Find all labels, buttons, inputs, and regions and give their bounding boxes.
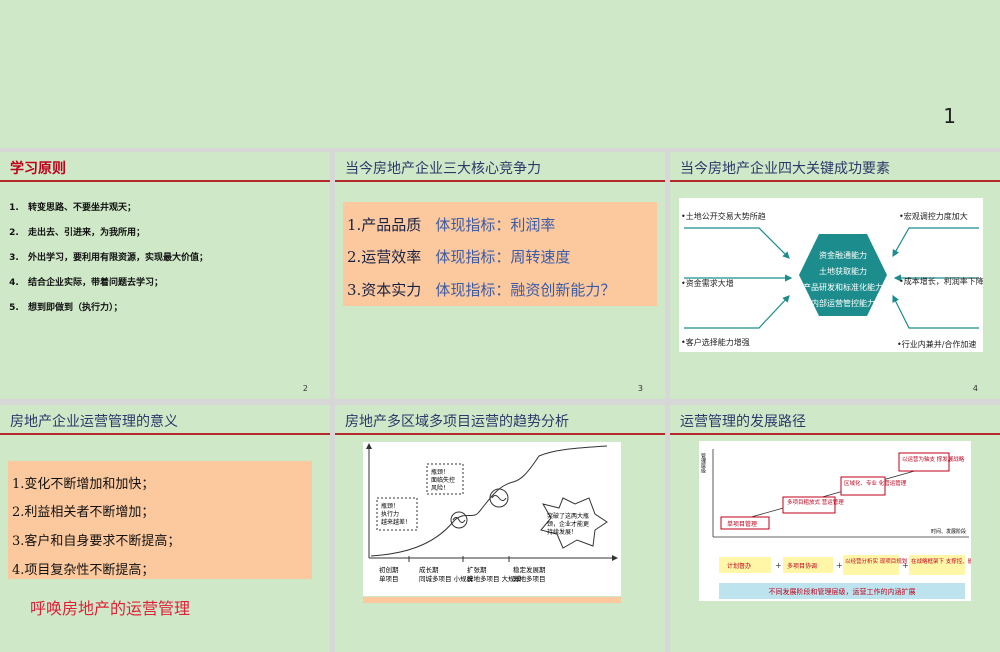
previous-slide-footer: 1 [0, 0, 1000, 148]
slide-thumbnail-4[interactable]: 当今房地产企业四大关键成功要素 •土地公开交易大势所趋 •资金需求大增 •客户选… [670, 152, 1000, 399]
bubble-text: 突破了这两大瓶 [547, 512, 589, 520]
competency-box: 1.产品品质 体现指标：利润率 2.运营效率 体现指标：周转速度 3.资本实力 体现指… [343, 202, 657, 306]
core-label: 产品研发和标准化能力 [803, 282, 883, 292]
phase-desc: 异地多项目 [513, 574, 546, 583]
competency-row: 2.运营效率 体现指标：周转速度 [347, 246, 570, 267]
svg-text:+: + [836, 561, 843, 570]
slide-number: 2 [302, 384, 308, 393]
path-step: 区域化、专业 化营运管理 [844, 479, 907, 487]
list-item: 转变思路、不要坐井观天； [22, 200, 208, 213]
competency-label: 3.资本实力 [347, 281, 422, 299]
slide-thumbnail-2[interactable]: 学习原则 转变思路、不要坐井观天； 走出去、引进来，为我所用； 外出学习，要利用… [0, 152, 330, 399]
slide-number: 3 [637, 384, 643, 393]
bubble-text: 瓶颈！ [431, 468, 449, 476]
development-path-diagram: 管理层级 时间、发展阶段 单项目管理 多项目粗放式 营运管理 区域化、专业 化营… [699, 441, 979, 601]
competency-indicator: 体现指标：融资创新能力？ [435, 281, 616, 299]
flow-step: 计划督办 [727, 562, 751, 570]
competency-indicator: 体现指标：周转速度 [435, 248, 571, 266]
phase-name: 扩张期 [467, 565, 487, 574]
factor-label: •土地公开交易大势所趋 [681, 211, 766, 221]
factor-label: •成本增长，利润率下降 [899, 276, 983, 286]
bubble-text: 面临失控 [431, 476, 455, 484]
list-item: 想到即做到（执行力）； [22, 300, 208, 313]
factor-label: •行业内兼并/合作加速 [897, 339, 976, 349]
list-item: 走出去、引进来，为我所用； [22, 225, 208, 238]
competency-label: 2.运营效率 [347, 248, 422, 266]
slide-thumbnail-6[interactable]: 房地产多区域多项目运营的趋势分析 瓶颈！ 面临失控 风险！ 瓶颈！ 执行力 越来… [335, 405, 665, 652]
title-divider [335, 180, 665, 182]
axis-label-x: 时间、发展阶段 [931, 528, 966, 535]
competency-indicator: 体现指标：利润率 [435, 216, 556, 234]
bubble-text: 颈，企业才能更 [547, 520, 589, 528]
conclusion-text: 呼唤房地产的运营管理 [30, 599, 191, 618]
list-item: 4.项目复杂性不断提高； [12, 563, 155, 578]
path-note: 不同发展阶段和管理层级，运营工作的内涵扩展 [769, 587, 916, 596]
bubble-text: 风险！ [431, 484, 449, 492]
flow-step: 多项目协调 [787, 562, 817, 570]
slide-title: 当今房地产企业三大核心竞争力 [345, 161, 541, 177]
success-factors-diagram: •土地公开交易大势所趋 •资金需求大增 •客户选择能力增强 •宏观调控力度加大 … [679, 198, 984, 352]
title-divider [335, 433, 665, 435]
slide-thumbnail-3[interactable]: 当今房地产企业三大核心竞争力 1.产品品质 体现指标：利润率 2.运营效率 体现指标… [335, 152, 665, 399]
title-divider [670, 433, 1000, 435]
phase-name: 稳定发展期 [513, 565, 546, 574]
flow-step: 以经营分析实 现项目规划 [845, 557, 907, 565]
path-step: 单项目管理 [727, 520, 757, 528]
slide-number: 4 [972, 384, 978, 393]
principle-list: 转变思路、不要坐井观天； 走出去、引进来，为我所用； 外出学习，要利用有限资源，… [6, 200, 208, 325]
page-number: 1 [943, 104, 956, 128]
factor-label: •客户选择能力增强 [681, 337, 750, 347]
competency-row: 1.产品品质 体现指标：利润率 [347, 214, 555, 235]
phase-desc: 单项目 [379, 574, 399, 583]
phase-name: 初创期 [379, 565, 399, 574]
svg-text:+: + [902, 561, 909, 570]
list-item: 3.客户和自身要求不断提高； [12, 534, 181, 549]
competency-label: 1.产品品质 [347, 216, 422, 234]
path-step: 多项目粗放式 营运管理 [787, 498, 844, 506]
core-label: 资金融通能力 [819, 250, 867, 260]
trend-diagram: 瓶颈！ 面临失控 风险！ 瓶颈！ 执行力 越来越差！ 突破了这两大瓶 颈，企业才… [363, 442, 621, 596]
bubble-text: 越来越差！ [381, 518, 411, 526]
title-divider [670, 180, 1000, 182]
slide-thumbnail-5[interactable]: 房地产企业运营管理的意义 1.变化不断增加和加快； 2.利益相关者不断增加； 3… [0, 405, 330, 652]
significance-box: 1.变化不断增加和加快； 2.利益相关者不断增加； 3.客户和自身要求不断提高；… [8, 461, 312, 579]
bubble-text: 瓶颈！ [381, 502, 399, 510]
axis-label-y: 管理层级 [700, 452, 706, 474]
list-item: 外出学习，要利用有限资源，实现最大价值； [22, 250, 208, 263]
phase-desc: 同城多项目 小规模 [419, 574, 474, 583]
factor-label: •资金需求大增 [681, 278, 734, 288]
title-divider [0, 433, 330, 435]
list-item: 结合企业实际，带着问题去学习； [22, 275, 208, 288]
title-divider [0, 180, 330, 182]
list-item: 1.变化不断增加和加快； [12, 477, 155, 492]
slide-title: 房地产企业运营管理的意义 [10, 414, 178, 430]
slide-title: 运营管理的发展路径 [680, 414, 806, 430]
core-label: 土地获取能力 [819, 266, 867, 276]
phase-name: 成长期 [419, 565, 439, 574]
flow-step: 在战略框架下 支撑控、融资 [911, 557, 971, 565]
competency-row: 3.资本实力 体现指标：融资创新能力？ [347, 279, 615, 300]
slide-title: 当今房地产企业四大关键成功要素 [680, 161, 890, 177]
slide-thumbnail-7[interactable]: 运营管理的发展路径 管理层级 时间、发展阶段 单项目管理 多项目粗放式 营运管理… [670, 405, 1000, 652]
bubble-text: 持续发展！ [547, 528, 577, 536]
factor-label: •宏观调控力度加大 [899, 211, 968, 221]
slide-title: 学习原则 [10, 161, 66, 177]
list-item: 2.利益相关者不断增加； [12, 505, 155, 520]
slide-title: 房地产多区域多项目运营的趋势分析 [345, 414, 569, 430]
bubble-text: 执行力 [381, 510, 399, 518]
caption-strip [363, 597, 621, 603]
svg-text:+: + [775, 561, 782, 570]
path-step: 以运营为轴支 撑发展战略 [902, 455, 965, 463]
core-label: 内部运营管控能力 [811, 298, 875, 308]
